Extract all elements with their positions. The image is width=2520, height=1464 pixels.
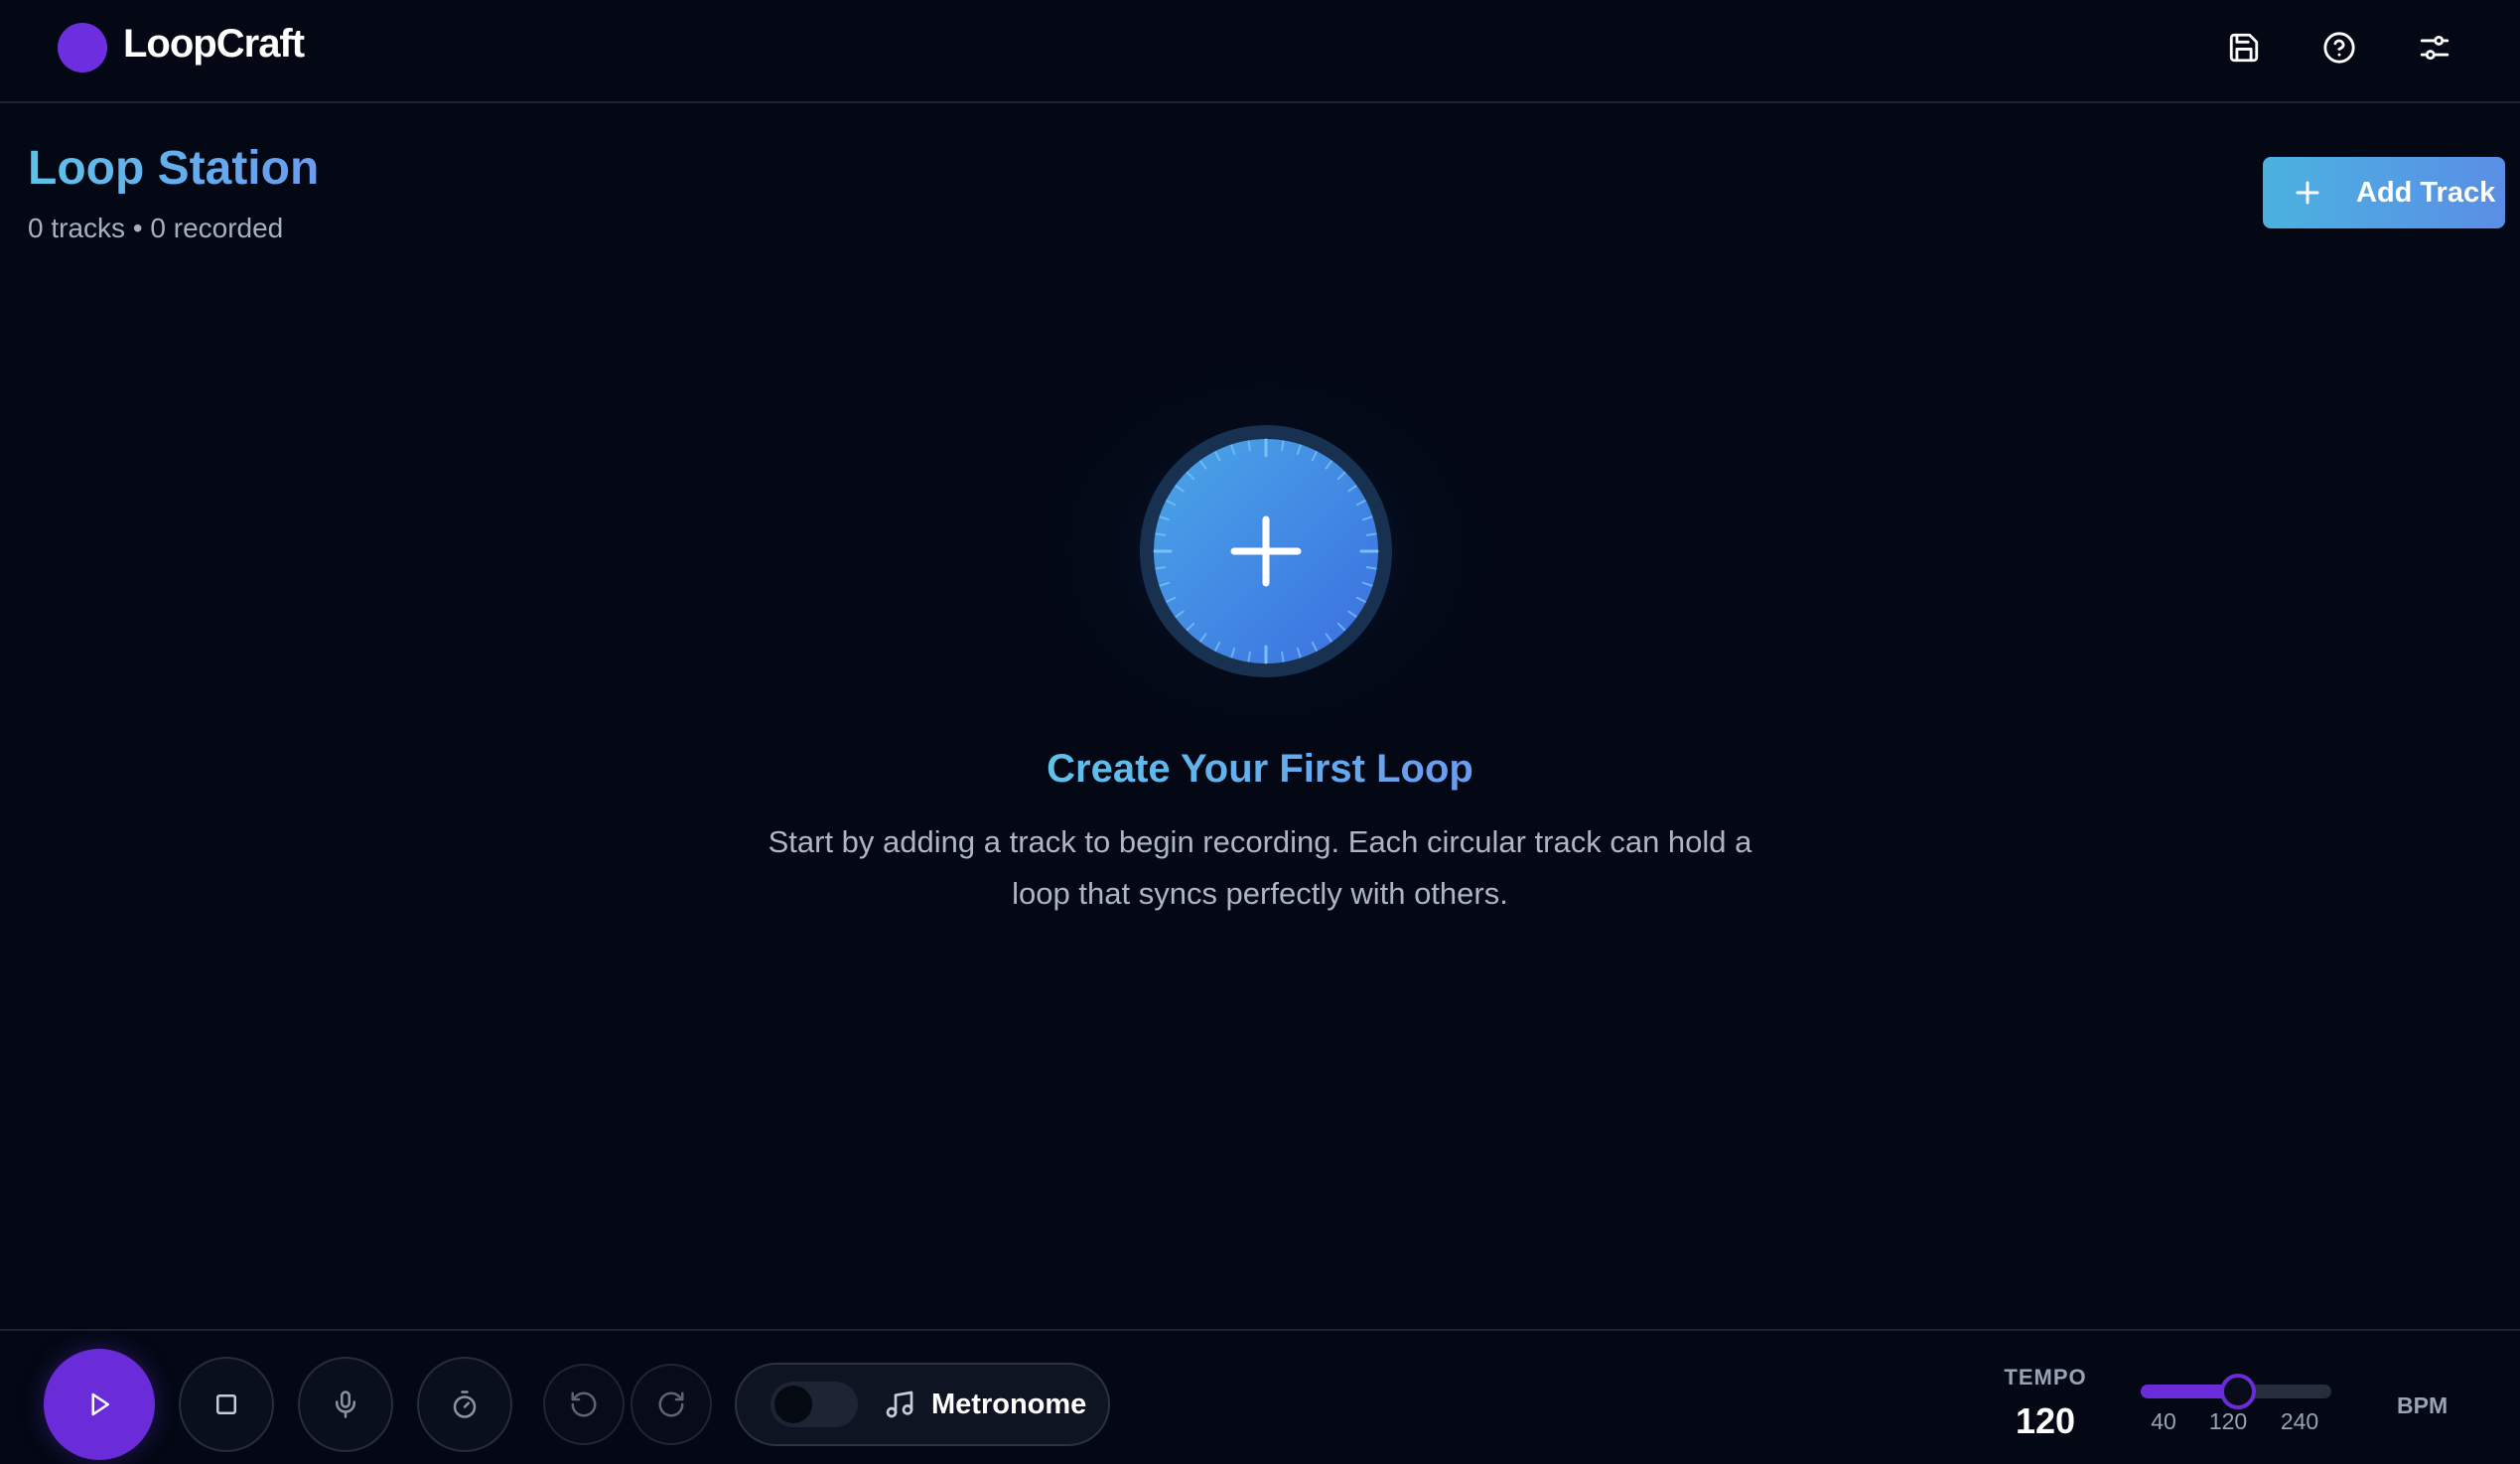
undo-icon xyxy=(571,1391,597,1417)
plus-icon xyxy=(2296,181,2319,205)
stop-button[interactable] xyxy=(179,1357,274,1452)
add-track-label: Add Track xyxy=(2356,176,2496,209)
play-icon xyxy=(91,1392,109,1416)
page-title: Loop Station xyxy=(28,142,320,195)
music-note-icon xyxy=(886,1391,913,1418)
stop-icon xyxy=(216,1394,236,1414)
loop-tick xyxy=(1281,651,1285,662)
slider-thumb[interactable] xyxy=(2220,1374,2257,1409)
metronome-switch[interactable] xyxy=(770,1382,858,1427)
app-root: LoopCraft Loop Station 0 tracks • 0 reco… xyxy=(0,0,2520,1464)
play-button[interactable] xyxy=(44,1349,155,1460)
timer-button[interactable] xyxy=(417,1357,512,1452)
create-loop-button[interactable] xyxy=(1139,424,1393,678)
microphone-icon xyxy=(336,1391,355,1418)
top-header: LoopCraft xyxy=(0,0,2520,103)
record-button[interactable] xyxy=(298,1357,393,1452)
empty-state-description: Start by adding a track to begin recordi… xyxy=(768,824,1752,911)
tempo-tick-max: 240 xyxy=(2280,1408,2319,1434)
empty-state-title: Create Your First Loop xyxy=(1047,747,1473,791)
loop-tick xyxy=(1365,566,1377,570)
help-icon xyxy=(2323,32,2355,64)
save-icon xyxy=(2229,33,2259,63)
tempo-label: TEMPO xyxy=(2004,1365,2087,1390)
loop-tick xyxy=(1365,532,1377,536)
tempo-value: 120 xyxy=(2015,1400,2076,1441)
loop-circle xyxy=(1140,425,1392,677)
tempo-tick-min: 40 xyxy=(2151,1408,2176,1434)
metronome-label: Metronome xyxy=(931,1388,1087,1420)
redo-icon xyxy=(658,1391,684,1417)
loop-tick xyxy=(1281,440,1285,452)
loop-tick xyxy=(1155,566,1167,570)
loop-tick xyxy=(1247,651,1251,662)
tempo-tick-mid: 120 xyxy=(2208,1408,2248,1434)
track-count-status: 0 tracks • 0 recorded xyxy=(28,213,284,243)
settings-button[interactable] xyxy=(2411,24,2458,72)
metronome-toggle[interactable]: Metronome xyxy=(735,1363,1110,1446)
help-button[interactable] xyxy=(2315,24,2363,72)
app-name: LoopCraft xyxy=(123,22,305,66)
add-track-button[interactable]: Add Track xyxy=(2263,157,2505,228)
undo-button[interactable] xyxy=(543,1364,625,1445)
switch-knob xyxy=(774,1386,812,1423)
loop-tick xyxy=(1155,532,1167,536)
settings-sliders-icon xyxy=(2420,35,2450,61)
timer-icon xyxy=(453,1391,477,1418)
bpm-unit-label: BPM xyxy=(2397,1392,2449,1418)
logo-icon xyxy=(58,23,107,73)
loop-tick xyxy=(1247,440,1251,452)
redo-button[interactable] xyxy=(630,1364,712,1445)
transport-bar: Metronome TEMPO 120 40 120 240 BPM xyxy=(0,1329,2520,1464)
save-button[interactable] xyxy=(2220,24,2268,72)
